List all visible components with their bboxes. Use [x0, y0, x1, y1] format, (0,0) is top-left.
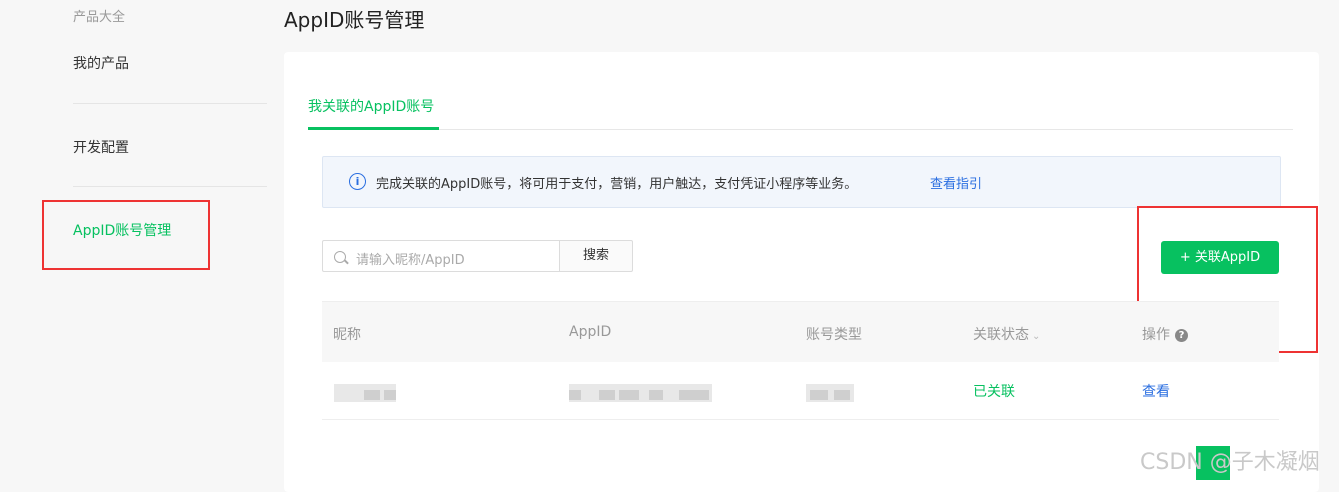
search-placeholder: 请输入昵称/AppID	[356, 253, 465, 268]
info-icon: i	[349, 173, 366, 190]
blurred-account-type	[806, 384, 854, 402]
watermark: CSDN @子木凝烟	[1140, 450, 1320, 475]
column-action-label: 操作	[1142, 327, 1170, 343]
view-link[interactable]: 查看	[1142, 381, 1170, 401]
main-card: 我关联的AppID账号 i 完成关联的AppID账号，将可用于支付，营销，用户触…	[284, 52, 1319, 492]
search-icon	[334, 251, 346, 263]
tab-active-indicator	[308, 127, 439, 130]
help-icon[interactable]: ?	[1175, 328, 1188, 342]
search-input[interactable]: 请输入昵称/AppID	[322, 240, 559, 272]
column-appid: AppID	[569, 324, 612, 340]
notice-text: 完成关联的AppID账号，将可用于支付，营销，用户触达，支付凭证小程序等业务。	[376, 177, 858, 192]
sidebar-divider	[73, 186, 267, 187]
tab-linked-appid[interactable]: 我关联的AppID账号	[308, 96, 434, 116]
sidebar-item-all-products[interactable]: 产品大全	[73, 6, 125, 25]
blurred-nickname	[334, 384, 396, 402]
table-header: 昵称 AppID 账号类型 关联状态 ⌄ 操作?	[322, 301, 1279, 362]
table-row: 已关联 查看	[322, 361, 1279, 420]
column-nickname: 昵称	[333, 327, 361, 343]
column-action: 操作?	[1142, 324, 1188, 344]
info-notice: i 完成关联的AppID账号，将可用于支付，营销，用户触达，支付凭证小程序等业务…	[322, 156, 1281, 208]
view-guide-link[interactable]: 查看指引	[930, 173, 982, 192]
highlight-box	[42, 200, 210, 270]
blurred-appid	[569, 384, 712, 402]
sidebar-item-my-products[interactable]: 我的产品	[73, 53, 129, 73]
page-title: AppID账号管理	[284, 8, 425, 32]
sidebar: 产品大全 我的产品 开发配置 AppID账号管理	[0, 0, 280, 480]
column-status-label: 关联状态	[973, 327, 1029, 343]
sidebar-item-dev-config[interactable]: 开发配置	[73, 137, 129, 157]
chevron-down-icon: ⌄	[1032, 331, 1041, 342]
column-status[interactable]: 关联状态 ⌄	[973, 324, 1040, 344]
status-badge: 已关联	[973, 384, 1015, 400]
column-account-type: 账号类型	[806, 327, 862, 343]
sidebar-divider	[73, 103, 267, 104]
tab-divider	[308, 129, 1293, 130]
search-button[interactable]: 搜索	[559, 240, 633, 272]
